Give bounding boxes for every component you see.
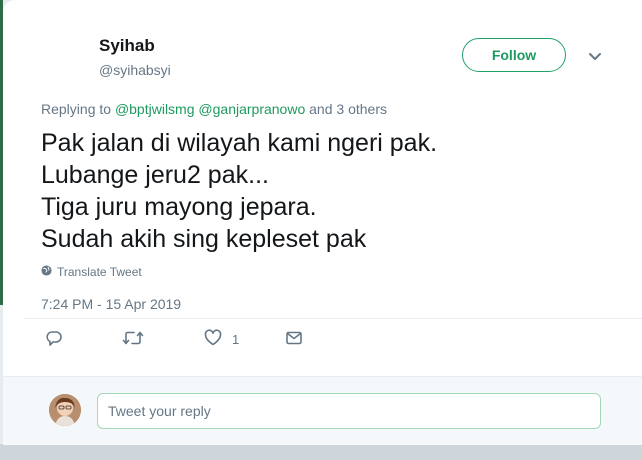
replying-to: Replying to @bptjwilsmg @ganjarpranowo a… xyxy=(41,101,387,117)
reply-icon xyxy=(45,329,63,350)
page-backdrop xyxy=(0,444,642,460)
tweet-timestamp[interactable]: 7:24 PM - 15 Apr 2019 xyxy=(41,296,181,312)
mention-link[interactable]: @ganjarpranowo xyxy=(198,101,305,117)
follow-button[interactable]: Follow xyxy=(462,38,566,72)
mention-link[interactable]: @bptjwilsmg xyxy=(115,101,195,117)
chevron-down-icon[interactable] xyxy=(587,48,603,64)
tweet-text-line: Sudah akih sing kepleset pak xyxy=(41,225,367,253)
like-count: 1 xyxy=(232,332,240,347)
translate-tweet-link[interactable]: Translate Tweet xyxy=(41,265,142,279)
retweet-button[interactable] xyxy=(122,329,144,350)
tweet-card: Syihab @syihabsyi Follow Replying to @bp… xyxy=(3,0,642,445)
author-name[interactable]: Syihab xyxy=(99,36,171,56)
direct-message-button[interactable] xyxy=(285,329,303,350)
tweet-text-line: Lubange jeru2 pak... xyxy=(41,161,269,189)
replying-suffix[interactable]: and 3 others xyxy=(309,101,387,117)
tweet-author[interactable]: Syihab @syihabsyi xyxy=(99,36,171,78)
tweet-text-line: Pak jalan di wilayah kami ngeri pak. xyxy=(41,129,438,157)
heart-icon xyxy=(204,329,222,350)
author-handle[interactable]: @syihabsyi xyxy=(99,62,171,78)
globe-icon xyxy=(41,265,52,279)
tweet-text-line: Tiga juru mayong jepara. xyxy=(41,193,317,221)
reply-button[interactable] xyxy=(45,329,63,350)
tweet-text: Pak jalan di wilayah kami ngeri pak. Lub… xyxy=(41,127,621,255)
replying-prefix: Replying to xyxy=(41,101,112,117)
like-button[interactable]: 1 xyxy=(204,329,239,350)
translate-label[interactable]: Translate Tweet xyxy=(57,265,142,279)
tweet-actions: 1 xyxy=(3,329,642,351)
reply-composer: Tweet your reply xyxy=(3,376,642,445)
mail-icon xyxy=(285,329,303,350)
divider xyxy=(24,318,642,319)
reply-input[interactable]: Tweet your reply xyxy=(97,393,601,429)
avatar xyxy=(49,394,81,426)
retweet-icon xyxy=(122,329,144,350)
